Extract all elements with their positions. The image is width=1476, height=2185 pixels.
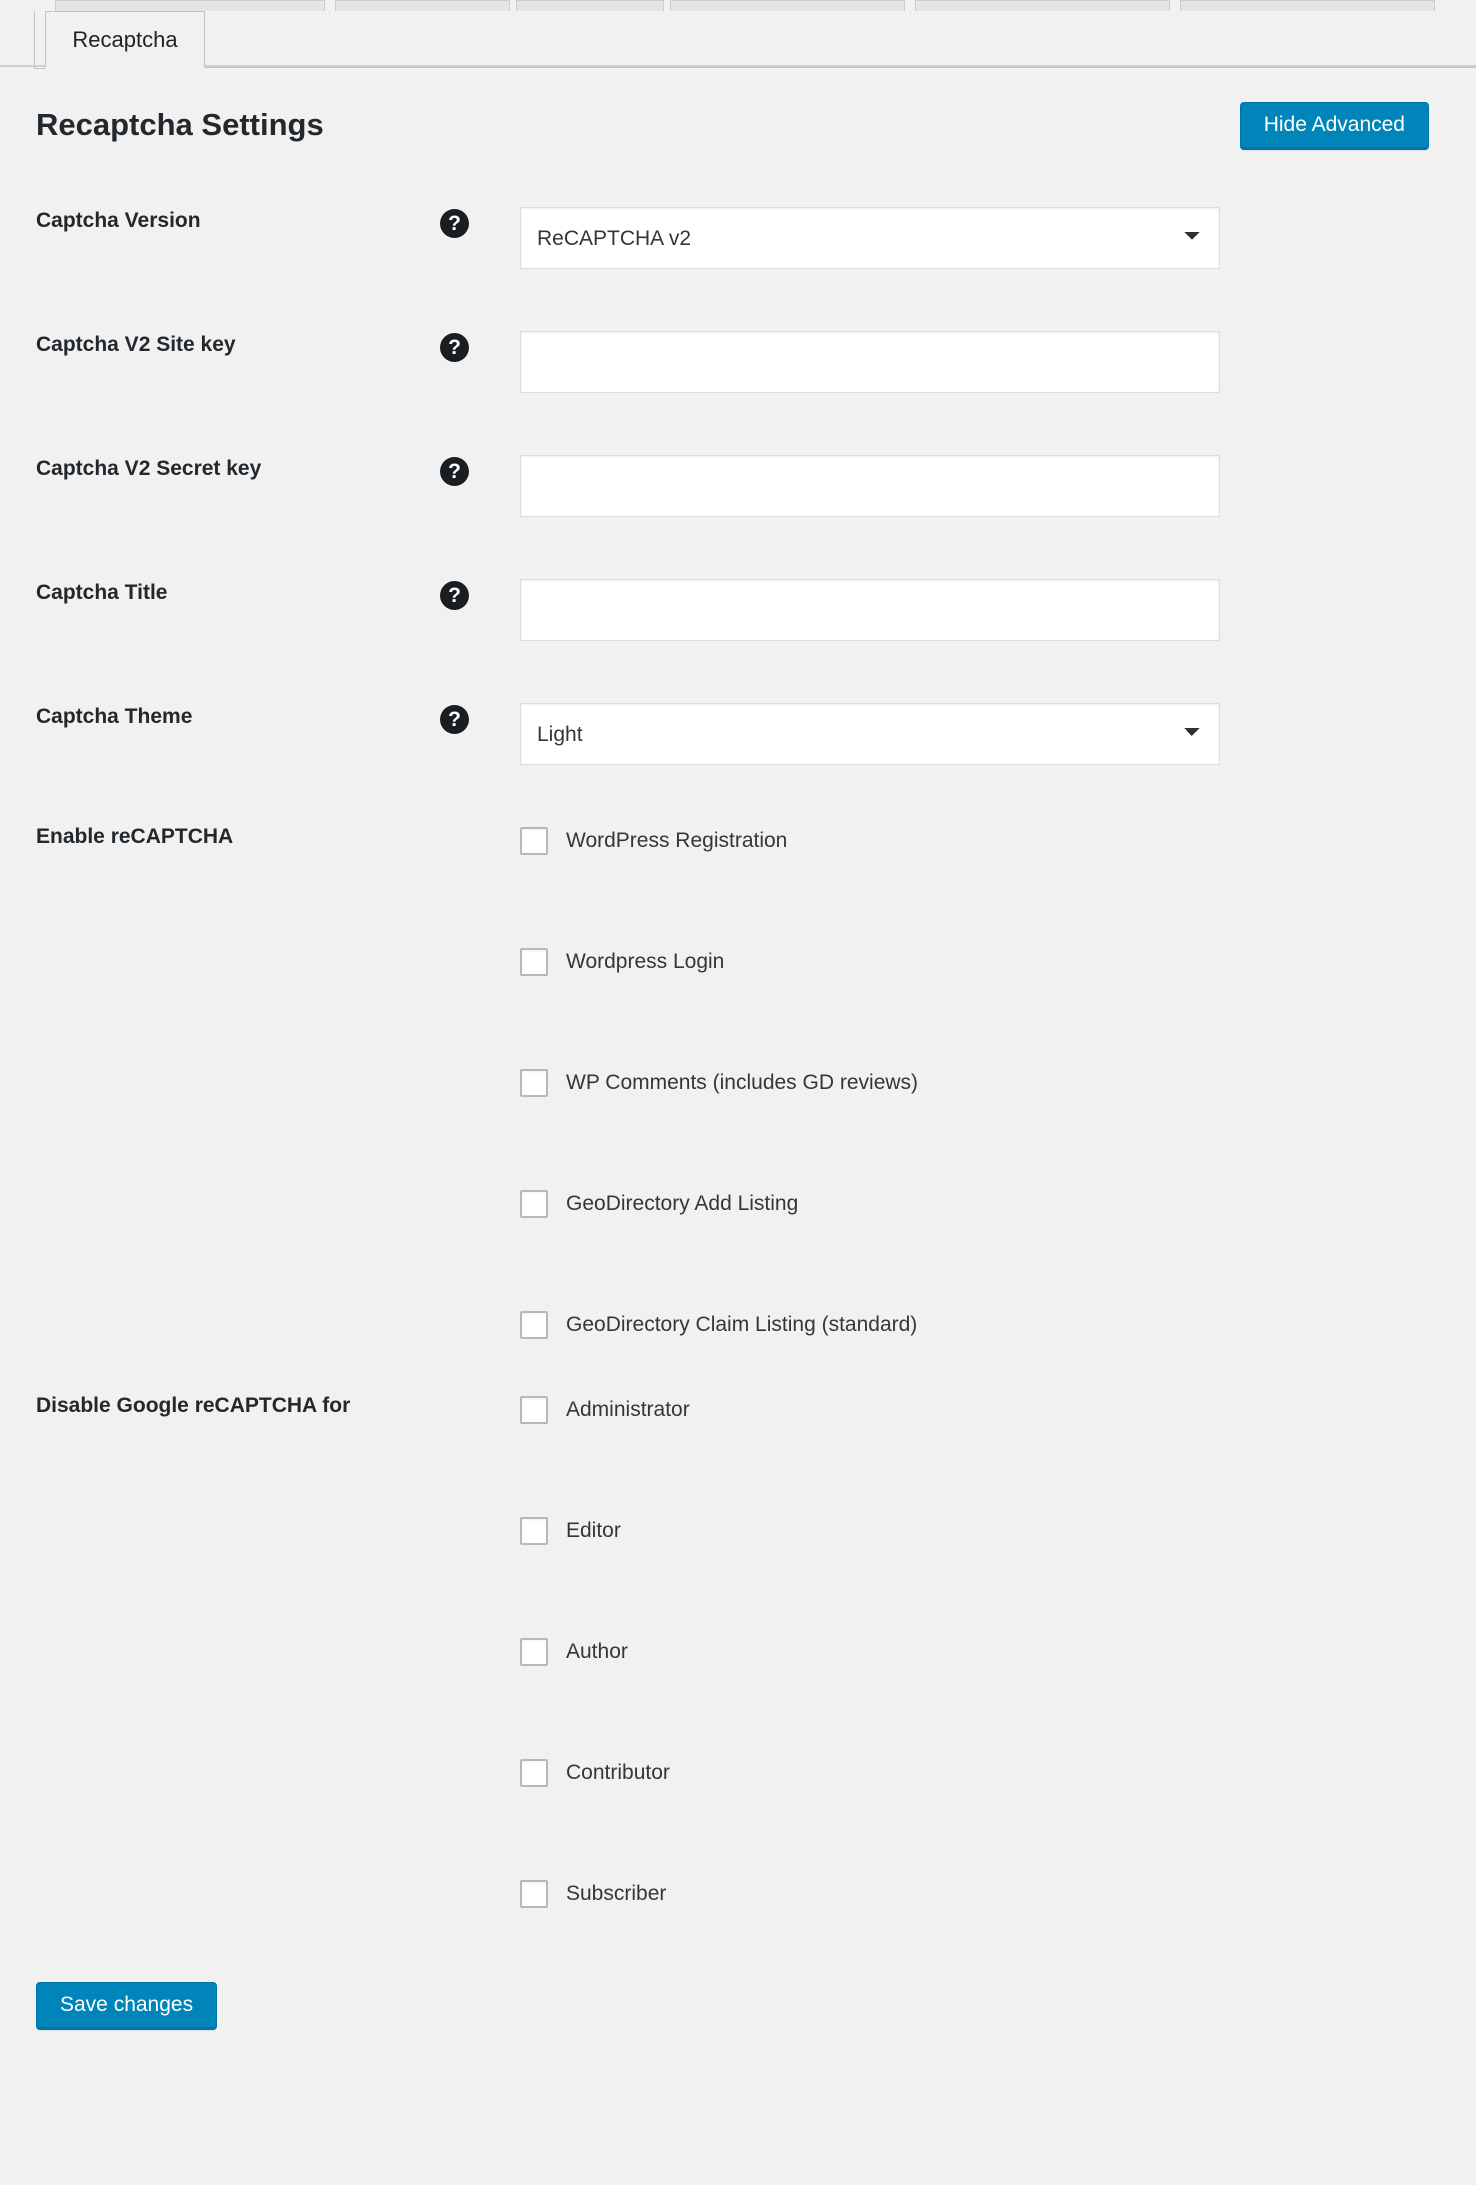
ghost-tab-3[interactable]: [516, 0, 664, 11]
checkbox-label: Wordpress Login: [566, 950, 725, 973]
checkbox-icon[interactable]: [520, 948, 548, 976]
field-row-captcha-theme: Captcha Theme ? Light: [0, 703, 1476, 765]
checkbox-label: Administrator: [566, 1398, 690, 1421]
help-cell-disable-recaptcha: [440, 1392, 480, 1394]
ghost-tab-5[interactable]: [915, 0, 1170, 11]
checkbox-label: Contributor: [566, 1761, 670, 1784]
checkbox-icon[interactable]: [520, 1880, 548, 1908]
help-cell-captcha-title: ?: [440, 579, 480, 610]
save-changes-button[interactable]: Save changes: [36, 1982, 218, 2030]
control-cell-captcha-title: [480, 579, 1476, 641]
tab-strip-rail: [205, 67, 1476, 68]
ghost-tab-2[interactable]: [335, 0, 510, 11]
checkbox-label: Author: [566, 1640, 628, 1663]
hide-advanced-button[interactable]: Hide Advanced: [1239, 102, 1429, 150]
row-spacer: [0, 269, 1476, 331]
checkbox-icon[interactable]: [520, 1069, 548, 1097]
help-icon[interactable]: ?: [440, 705, 469, 734]
control-cell-captcha-version: ReCAPTCHA v2: [480, 207, 1476, 269]
checkbox-label: GeoDirectory Add Listing: [566, 1192, 799, 1215]
row-spacer: [0, 765, 1476, 823]
control-cell-captcha-theme: Light: [480, 703, 1476, 765]
checkbox-label: Editor: [566, 1519, 621, 1542]
row-spacer: [0, 641, 1476, 703]
label-captcha-title: Captcha Title: [36, 581, 168, 604]
checkbox-icon[interactable]: [520, 1396, 548, 1424]
checkbox-icon[interactable]: [520, 827, 548, 855]
checkbox-row-wordpress-login[interactable]: Wordpress Login: [520, 944, 1476, 980]
row-spacer: [0, 393, 1476, 455]
checkbox-icon[interactable]: [520, 1517, 548, 1545]
tab-gap-1: [325, 0, 335, 11]
label-enable-recaptcha: Enable reCAPTCHA: [36, 825, 234, 848]
checkbox-row-geodirectory-add-listing[interactable]: GeoDirectory Add Listing: [520, 1186, 1476, 1222]
field-row-secret-key: Captcha V2 Secret key ?: [0, 455, 1476, 517]
captcha-title-input[interactable]: [520, 579, 1220, 641]
checkbox-label: WordPress Registration: [566, 829, 788, 852]
label-captcha-version: Captcha Version: [36, 209, 201, 232]
help-cell-site-key: ?: [440, 331, 480, 362]
ghost-tab-4[interactable]: [670, 0, 905, 11]
inactive-tab-row: [0, 0, 1476, 11]
captcha-v2-secret-key-input[interactable]: [520, 455, 1220, 517]
checkbox-row-administrator[interactable]: Administrator: [520, 1392, 1476, 1428]
checkbox-label: Subscriber: [566, 1882, 667, 1905]
checkbox-row-editor[interactable]: Editor: [520, 1513, 1476, 1549]
form-submit-area: Save changes: [0, 1982, 1476, 2030]
field-row-site-key: Captcha V2 Site key ?: [0, 331, 1476, 393]
field-row-disable-recaptcha: Disable Google reCAPTCHA for Administrat…: [0, 1392, 1476, 1912]
field-row-captcha-title: Captcha Title ?: [0, 579, 1476, 641]
help-icon[interactable]: ?: [440, 209, 469, 238]
help-cell-enable-recaptcha: [440, 823, 480, 825]
disable-recaptcha-checkbox-group: Administrator Editor Author Contributor …: [480, 1392, 1476, 1912]
label-captcha-theme: Captcha Theme: [36, 705, 193, 728]
label-secret-key: Captcha V2 Secret key: [36, 457, 262, 480]
control-cell-site-key: [480, 331, 1476, 393]
row-spacer: [0, 517, 1476, 579]
label-disable-recaptcha: Disable Google reCAPTCHA for: [36, 1394, 351, 1417]
checkbox-row-wp-comments[interactable]: WP Comments (includes GD reviews): [520, 1065, 1476, 1101]
tab-recaptcha[interactable]: Recaptcha: [45, 11, 205, 69]
checkbox-label: WP Comments (includes GD reviews): [566, 1071, 919, 1094]
checkbox-row-subscriber[interactable]: Subscriber: [520, 1876, 1476, 1912]
help-icon[interactable]: ?: [440, 333, 469, 362]
help-cell-captcha-version: ?: [440, 207, 480, 238]
page-header: Recaptcha Settings Hide Advanced: [0, 102, 1476, 172]
page-title: Recaptcha Settings: [36, 107, 324, 142]
label-site-key: Captcha V2 Site key: [36, 333, 236, 356]
control-cell-secret-key: [480, 455, 1476, 517]
checkbox-row-geodirectory-claim-listing[interactable]: GeoDirectory Claim Listing (standard): [520, 1307, 1476, 1343]
captcha-version-select[interactable]: ReCAPTCHA v2: [520, 207, 1220, 269]
row-spacer: [0, 1343, 1476, 1392]
recaptcha-settings-form: Captcha Version ? ReCAPTCHA v2 Captcha V…: [0, 207, 1476, 2030]
checkbox-icon[interactable]: [520, 1638, 548, 1666]
tab-gap-5: [1170, 0, 1180, 11]
captcha-theme-select[interactable]: Light: [520, 703, 1220, 765]
help-icon[interactable]: ?: [440, 457, 469, 486]
checkbox-label: GeoDirectory Claim Listing (standard): [566, 1313, 918, 1336]
settings-tab-strip: Recaptcha: [0, 0, 1476, 69]
tab-strip-spacer: [0, 0, 55, 11]
help-cell-captcha-theme: ?: [440, 703, 480, 734]
tab-gap-4: [905, 0, 915, 11]
tab-recaptcha-label: Recaptcha: [72, 26, 178, 52]
help-icon[interactable]: ?: [440, 581, 469, 610]
field-row-enable-recaptcha: Enable reCAPTCHA WordPress Registration …: [0, 823, 1476, 1343]
checkbox-row-author[interactable]: Author: [520, 1634, 1476, 1670]
checkbox-row-wordpress-registration[interactable]: WordPress Registration: [520, 823, 1476, 859]
ghost-tab-1[interactable]: [55, 0, 325, 11]
checkbox-icon[interactable]: [520, 1759, 548, 1787]
field-row-captcha-version: Captcha Version ? ReCAPTCHA v2: [0, 207, 1476, 269]
enable-recaptcha-checkbox-group: WordPress Registration Wordpress Login W…: [480, 823, 1476, 1343]
checkbox-icon[interactable]: [520, 1311, 548, 1339]
captcha-v2-site-key-input[interactable]: [520, 331, 1220, 393]
checkbox-icon[interactable]: [520, 1190, 548, 1218]
checkbox-row-contributor[interactable]: Contributor: [520, 1755, 1476, 1791]
ghost-tab-6[interactable]: [1180, 0, 1435, 11]
help-cell-secret-key: ?: [440, 455, 480, 486]
